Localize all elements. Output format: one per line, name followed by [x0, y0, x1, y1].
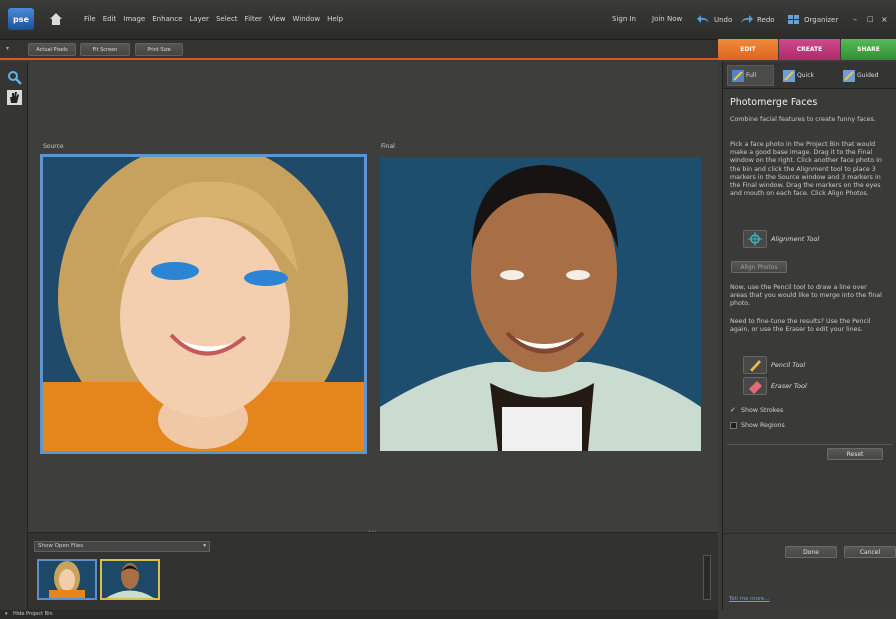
tell-me-more-link[interactable]: Tell me more... — [729, 596, 770, 602]
project-bin: Show Open Files ▾ — [28, 532, 718, 610]
woman-thumbnail-image — [39, 561, 95, 598]
menu-bar: pse File Edit Image Enhance Layer Select… — [0, 0, 896, 40]
menu-select[interactable]: Select — [216, 15, 238, 23]
menu-edit[interactable]: Edit — [103, 15, 117, 23]
alignment-tool-label: Alignment Tool — [771, 235, 820, 243]
final-label: Final — [381, 143, 395, 150]
woman-face-image — [43, 157, 364, 451]
menu-filter[interactable]: Filter — [245, 15, 262, 23]
final-photo[interactable] — [380, 157, 701, 451]
redo-button[interactable]: Redo — [740, 15, 775, 24]
intro-text: Combine facial features to create funny … — [730, 116, 876, 123]
show-strokes-check-icon[interactable]: ✓ — [730, 406, 736, 414]
bin-thumbnail-woman[interactable] — [37, 559, 97, 600]
eraser-tool-label: Eraser Tool — [771, 382, 807, 390]
align-photos-button[interactable]: Align Photos — [731, 261, 787, 273]
print-size-button[interactable]: Print Size — [135, 43, 183, 56]
organizer-icon — [788, 15, 799, 24]
man-thumbnail-image — [102, 561, 158, 598]
organizer-label: Organizer — [804, 16, 839, 24]
quick-edit-icon — [783, 69, 795, 82]
tab-full-label: Full — [746, 72, 757, 79]
finetune-text: Need to fine-tune the results? Use the P… — [730, 318, 871, 334]
redo-icon — [741, 15, 753, 23]
tab-guided[interactable]: Guided — [843, 65, 878, 86]
source-label: Source — [43, 143, 64, 150]
pencil-instructions: Now, use the Pencil tool to draw a line … — [730, 284, 882, 308]
home-icon[interactable] — [48, 11, 64, 27]
hand-icon[interactable] — [7, 90, 22, 105]
bin-scrollbar[interactable] — [703, 555, 711, 600]
photoshop-elements-window: pse File Edit Image Enhance Layer Select… — [0, 0, 896, 619]
menu-help[interactable]: Help — [327, 15, 343, 23]
panel-footer-divider — [723, 533, 896, 534]
sign-in-link[interactable]: Sign In — [612, 15, 636, 23]
options-arrow-icon[interactable]: ▾ — [6, 45, 9, 52]
tab-quick-label: Quick — [797, 72, 814, 79]
alignment-tool-button[interactable] — [743, 230, 767, 248]
source-photo[interactable] — [40, 154, 367, 454]
main-menu: File Edit Image Enhance Layer Select Fil… — [84, 15, 343, 23]
show-regions-label: Show Regions — [741, 422, 785, 429]
bin-thumbnail-man[interactable] — [100, 559, 160, 600]
pencil-icon — [749, 360, 761, 373]
pencil-tool-button[interactable] — [743, 356, 767, 374]
eraser-tool-button[interactable] — [743, 377, 767, 395]
redo-label: Redo — [757, 15, 775, 24]
join-now-link[interactable]: Join Now — [652, 15, 682, 23]
full-edit-icon — [732, 69, 744, 82]
done-button[interactable]: Done — [785, 546, 837, 558]
menu-image[interactable]: Image — [123, 15, 145, 23]
actual-pixels-button[interactable]: Actual Pixels — [28, 43, 76, 56]
menu-layer[interactable]: Layer — [189, 15, 209, 23]
tab-full[interactable]: Full — [727, 65, 774, 86]
tab-share[interactable]: SHARE — [841, 39, 896, 60]
photomerge-panel: Full Quick Guided Photomerge Faces Combi… — [722, 62, 896, 610]
man-face-image — [380, 157, 701, 451]
show-open-files-dropdown[interactable]: Show Open Files ▾ — [34, 541, 210, 552]
show-strokes-label: Show Strokes — [741, 407, 784, 414]
dropdown-arrow-icon: ▾ — [203, 543, 206, 549]
dropdown-label: Show Open Files — [38, 543, 84, 549]
tab-guided-label: Guided — [857, 72, 879, 79]
panel-title: Photomerge Faces — [730, 97, 818, 108]
minimize-icon[interactable]: – — [853, 15, 857, 24]
pencil-tool-label: Pencil Tool — [771, 361, 806, 369]
toolbox — [0, 62, 28, 610]
show-regions-checkbox[interactable] — [730, 422, 737, 429]
organizer-button[interactable]: Organizer — [788, 15, 838, 25]
fit-screen-button[interactable]: Fit Screen — [80, 43, 130, 56]
guided-edit-icon — [843, 69, 855, 82]
zoom-icon[interactable] — [7, 70, 22, 85]
undo-label: Undo — [714, 15, 733, 24]
reset-button[interactable]: Reset — [827, 448, 883, 460]
panel-divider — [727, 444, 893, 445]
maximize-icon[interactable]: □ — [867, 15, 874, 23]
hide-project-bin-link[interactable]: Hide Project Bin — [13, 611, 53, 617]
tab-quick[interactable]: Quick — [783, 65, 814, 86]
hide-bin-icon[interactable]: ▾ — [5, 611, 8, 617]
undo-button[interactable]: Undo — [697, 15, 732, 24]
tab-edit[interactable]: EDIT — [718, 39, 778, 60]
options-bar: ▾ Actual Pixels Fit Screen Print Size — [0, 40, 718, 60]
alignment-icon — [748, 232, 762, 246]
status-bar: ▾ Hide Project Bin — [0, 610, 718, 619]
eraser-icon — [749, 381, 762, 394]
menu-view[interactable]: View — [269, 15, 286, 23]
canvas-area: Source Final — [28, 62, 718, 535]
instructions-text: Pick a face photo in the Project Bin tha… — [730, 141, 882, 198]
close-icon[interactable]: × — [881, 15, 888, 24]
menu-window[interactable]: Window — [293, 15, 321, 23]
undo-icon — [697, 15, 709, 23]
tab-create[interactable]: CREATE — [779, 39, 840, 60]
menu-enhance[interactable]: Enhance — [152, 15, 182, 23]
cancel-button[interactable]: Cancel — [844, 546, 896, 558]
menu-file[interactable]: File — [84, 15, 96, 23]
app-logo: pse — [8, 8, 34, 30]
